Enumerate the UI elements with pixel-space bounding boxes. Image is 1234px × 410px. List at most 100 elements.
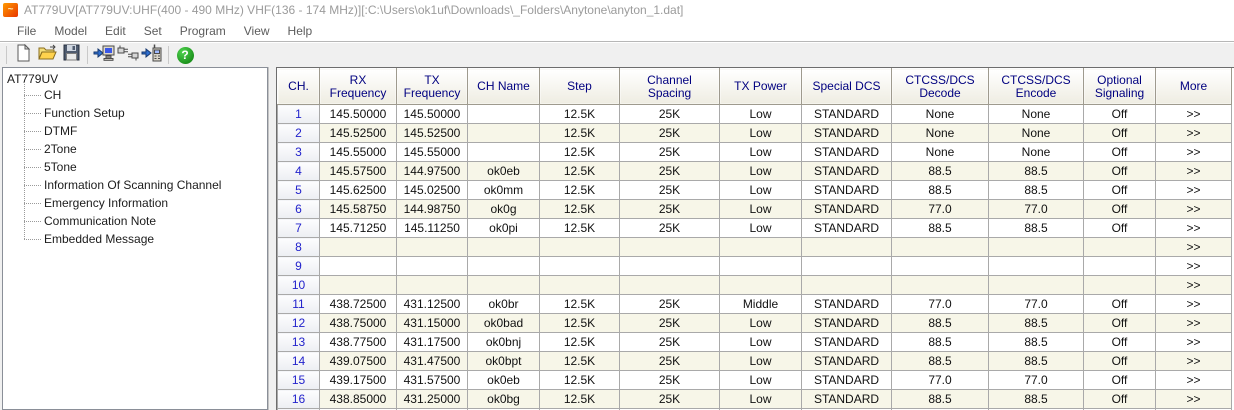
ch-name-cell[interactable]: ok0pi [468, 219, 540, 238]
ch-name-cell[interactable] [468, 105, 540, 124]
write-to-radio-button[interactable] [140, 44, 164, 66]
row-number-cell[interactable]: 10 [278, 276, 320, 295]
optional-signaling-cell[interactable] [1084, 276, 1156, 295]
optional-signaling-cell[interactable]: Off [1084, 371, 1156, 390]
channel-spacing-cell[interactable]: 25K [620, 371, 720, 390]
channel-spacing-cell[interactable]: 25K [620, 124, 720, 143]
tx-frequency-cell[interactable] [397, 238, 468, 257]
step-cell[interactable]: 12.5K [540, 181, 620, 200]
tx-frequency-cell[interactable]: 145.02500 [397, 181, 468, 200]
channel-spacing-cell[interactable]: 25K [620, 219, 720, 238]
special-dcs-cell[interactable]: STANDARD [802, 390, 892, 409]
tx-power-cell[interactable] [720, 276, 802, 295]
column-header-ch-name[interactable]: CH Name [468, 69, 540, 105]
more-button-cell[interactable]: >> [1156, 181, 1232, 200]
step-cell[interactable]: 12.5K [540, 314, 620, 333]
rx-frequency-cell[interactable]: 145.50000 [320, 105, 397, 124]
column-header-special-dcs[interactable]: Special DCS [802, 69, 892, 105]
step-cell[interactable] [540, 257, 620, 276]
tx-frequency-cell[interactable]: 431.47500 [397, 352, 468, 371]
optional-signaling-cell[interactable]: Off [1084, 390, 1156, 409]
ch-name-cell[interactable]: ok0bg [468, 390, 540, 409]
rx-frequency-cell[interactable]: 145.55000 [320, 143, 397, 162]
menu-help[interactable]: Help [279, 22, 322, 40]
menu-program[interactable]: Program [171, 22, 235, 40]
rx-frequency-cell[interactable]: 439.17500 [320, 371, 397, 390]
row-number-cell[interactable]: 2 [278, 124, 320, 143]
tx-frequency-cell[interactable]: 431.17500 [397, 333, 468, 352]
row-number-cell[interactable]: 8 [278, 238, 320, 257]
ctcss-dcs-encode-cell[interactable]: 88.5 [989, 390, 1084, 409]
step-cell[interactable]: 12.5K [540, 105, 620, 124]
ch-name-cell[interactable] [468, 124, 540, 143]
ch-name-cell[interactable]: ok0mm [468, 181, 540, 200]
rx-frequency-cell[interactable] [320, 238, 397, 257]
ctcss-dcs-encode-cell[interactable]: 88.5 [989, 181, 1084, 200]
ch-name-cell[interactable]: ok0bpt [468, 352, 540, 371]
optional-signaling-cell[interactable]: Off [1084, 143, 1156, 162]
special-dcs-cell[interactable]: STANDARD [802, 162, 892, 181]
ch-name-cell[interactable] [468, 257, 540, 276]
more-button-cell[interactable]: >> [1156, 295, 1232, 314]
ctcss-dcs-encode-cell[interactable]: 88.5 [989, 352, 1084, 371]
column-header-rx-frequency[interactable]: RX Frequency [320, 69, 397, 105]
ch-name-cell[interactable] [468, 238, 540, 257]
special-dcs-cell[interactable]: STANDARD [802, 371, 892, 390]
ctcss-dcs-encode-cell[interactable]: 88.5 [989, 162, 1084, 181]
tree-item-information-of-scanning-channel[interactable]: Information Of Scanning Channel [24, 176, 267, 194]
optional-signaling-cell[interactable]: Off [1084, 333, 1156, 352]
row-number-cell[interactable]: 16 [278, 390, 320, 409]
more-button-cell[interactable]: >> [1156, 238, 1232, 257]
channel-spacing-cell[interactable] [620, 257, 720, 276]
column-header-ch[interactable]: CH. [278, 69, 320, 105]
row-number-cell[interactable]: 3 [278, 143, 320, 162]
column-header-tx-power[interactable]: TX Power [720, 69, 802, 105]
tx-frequency-cell[interactable]: 431.15000 [397, 314, 468, 333]
rx-frequency-cell[interactable] [320, 276, 397, 295]
special-dcs-cell[interactable]: STANDARD [802, 181, 892, 200]
more-button-cell[interactable]: >> [1156, 352, 1232, 371]
step-cell[interactable] [540, 276, 620, 295]
rx-frequency-cell[interactable]: 438.72500 [320, 295, 397, 314]
ctcss-dcs-encode-cell[interactable]: 77.0 [989, 295, 1084, 314]
ch-name-cell[interactable]: ok0br [468, 295, 540, 314]
row-number-cell[interactable]: 5 [278, 181, 320, 200]
menu-file[interactable]: File [8, 22, 45, 40]
column-header-ctcss-dcs-encode[interactable]: CTCSS/DCS Encode [989, 69, 1084, 105]
tx-power-cell[interactable]: Middle [720, 295, 802, 314]
tx-power-cell[interactable]: Low [720, 390, 802, 409]
special-dcs-cell[interactable]: STANDARD [802, 143, 892, 162]
rx-frequency-cell[interactable]: 145.58750 [320, 200, 397, 219]
ctcss-dcs-decode-cell[interactable] [892, 276, 989, 295]
optional-signaling-cell[interactable]: Off [1084, 200, 1156, 219]
optional-signaling-cell[interactable]: Off [1084, 295, 1156, 314]
special-dcs-cell[interactable]: STANDARD [802, 105, 892, 124]
tx-frequency-cell[interactable]: 145.11250 [397, 219, 468, 238]
more-button-cell[interactable]: >> [1156, 219, 1232, 238]
channel-spacing-cell[interactable]: 25K [620, 181, 720, 200]
channel-spacing-cell[interactable] [620, 276, 720, 295]
special-dcs-cell[interactable]: STANDARD [802, 314, 892, 333]
step-cell[interactable]: 12.5K [540, 200, 620, 219]
ch-name-cell[interactable]: ok0eb [468, 371, 540, 390]
ctcss-dcs-encode-cell[interactable]: 77.0 [989, 371, 1084, 390]
menu-edit[interactable]: Edit [96, 22, 135, 40]
rx-frequency-cell[interactable]: 145.57500 [320, 162, 397, 181]
tx-power-cell[interactable]: Low [720, 314, 802, 333]
special-dcs-cell[interactable]: STANDARD [802, 124, 892, 143]
ctcss-dcs-encode-cell[interactable] [989, 276, 1084, 295]
ctcss-dcs-encode-cell[interactable]: 88.5 [989, 314, 1084, 333]
ch-name-cell[interactable]: ok0g [468, 200, 540, 219]
more-button-cell[interactable]: >> [1156, 143, 1232, 162]
ctcss-dcs-decode-cell[interactable]: 88.5 [892, 333, 989, 352]
special-dcs-cell[interactable] [802, 276, 892, 295]
ctcss-dcs-decode-cell[interactable]: None [892, 124, 989, 143]
rx-frequency-cell[interactable] [320, 257, 397, 276]
more-button-cell[interactable]: >> [1156, 162, 1232, 181]
tx-power-cell[interactable]: Low [720, 143, 802, 162]
optional-signaling-cell[interactable] [1084, 257, 1156, 276]
tx-frequency-cell[interactable]: 431.57500 [397, 371, 468, 390]
tree-root-at779uv[interactable]: AT779UV [3, 68, 267, 86]
ctcss-dcs-encode-cell[interactable]: None [989, 124, 1084, 143]
column-header-optional-signaling[interactable]: Optional Signaling [1084, 69, 1156, 105]
